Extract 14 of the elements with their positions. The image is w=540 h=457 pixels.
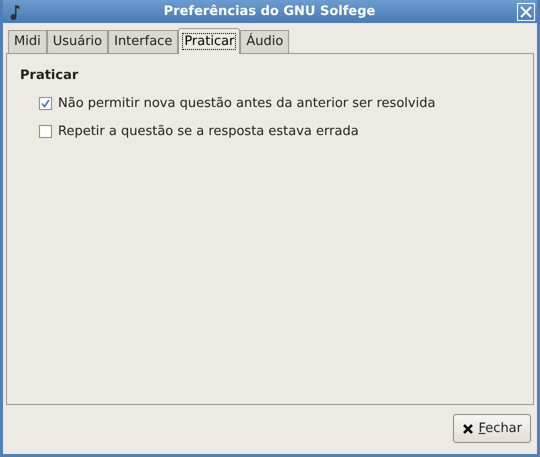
tab[interactable]: Interface [108, 30, 178, 53]
close-dialog-button[interactable]: Fechar [452, 414, 531, 443]
close-icon [462, 422, 474, 434]
section-title: Praticar [20, 67, 80, 85]
tab[interactable]: Áudio [240, 30, 290, 53]
tab[interactable]: Praticar [178, 28, 240, 54]
close-button[interactable] [517, 2, 535, 20]
window-title: Preferências do GNU Solfege [162, 2, 376, 21]
checkbox[interactable] [39, 125, 52, 138]
checkbox[interactable] [39, 96, 52, 110]
tab[interactable]: Midi [8, 30, 47, 53]
checkbox-label: Não permitir nova questão antes da anterior ser resolvida [58, 94, 436, 112]
tab[interactable]: Usuário [46, 30, 108, 53]
checkbox-label: Repetir a questão se a resposta estava errada [58, 123, 359, 141]
